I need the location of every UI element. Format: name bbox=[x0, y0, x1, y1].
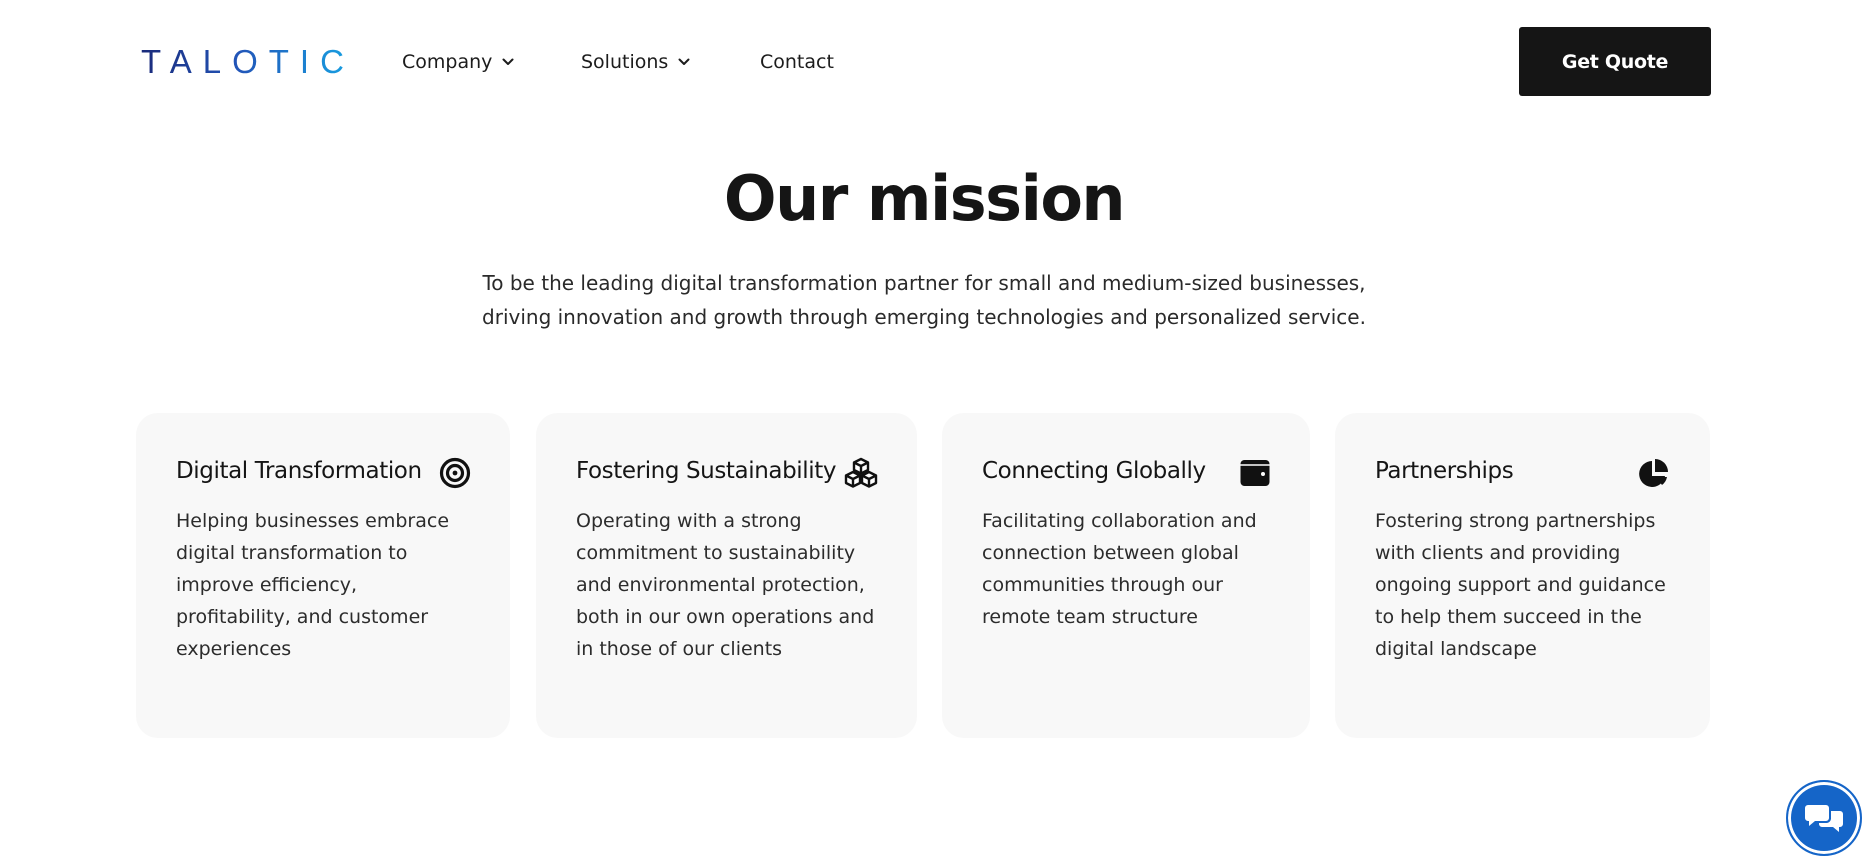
chat-widget-button[interactable] bbox=[1786, 780, 1862, 856]
nav-item-contact[interactable]: Contact bbox=[760, 48, 834, 76]
card-digital-transformation: Digital Transformation Helping businesse… bbox=[136, 413, 510, 738]
mission-title: Our mission bbox=[723, 162, 1126, 235]
card-partnerships: Partnerships Fostering strong partnershi… bbox=[1335, 413, 1710, 738]
nav-item-company[interactable]: Company bbox=[402, 48, 514, 76]
get-quote-button[interactable]: Get Quote bbox=[1519, 27, 1711, 96]
nav-item-label: Solutions bbox=[581, 51, 669, 73]
card-title: Partnerships bbox=[1375, 458, 1514, 484]
cubes-icon bbox=[844, 456, 878, 490]
page: TALOTIC Company Solutions Contact Get Qu… bbox=[0, 0, 1872, 862]
wallet-icon bbox=[1238, 456, 1272, 490]
card-description: Facilitating collaboration and connectio… bbox=[982, 510, 1257, 628]
logo[interactable]: TALOTIC bbox=[141, 44, 355, 80]
nav-item-label: Contact bbox=[760, 51, 834, 73]
card-connecting-globally: Connecting Globally Facilitating collabo… bbox=[942, 413, 1310, 738]
nav-item-label: Company bbox=[402, 51, 493, 73]
chevron-down-icon bbox=[502, 58, 514, 66]
card-title: Digital Transformation bbox=[176, 458, 422, 484]
site-header: TALOTIC Company Solutions Contact Get Qu… bbox=[0, 0, 1872, 123]
card-description: Fostering strong partnerships with clien… bbox=[1375, 510, 1666, 660]
target-icon bbox=[438, 456, 472, 490]
card-fostering-sustainability: Fostering Sustainability Operating with … bbox=[536, 413, 917, 738]
pie-chart-icon bbox=[1637, 456, 1671, 490]
chat-bubbles-icon bbox=[1804, 801, 1844, 835]
mission-text: To be the leading digital transformation… bbox=[482, 271, 1366, 329]
chevron-down-icon bbox=[678, 58, 690, 66]
card-title: Fostering Sustainability bbox=[576, 458, 837, 484]
nav-item-solutions[interactable]: Solutions bbox=[581, 48, 690, 76]
card-description: Helping businesses embrace digital trans… bbox=[176, 510, 450, 660]
card-title: Connecting Globally bbox=[982, 458, 1206, 484]
card-description: Operating with a strong commitment to su… bbox=[576, 510, 875, 660]
